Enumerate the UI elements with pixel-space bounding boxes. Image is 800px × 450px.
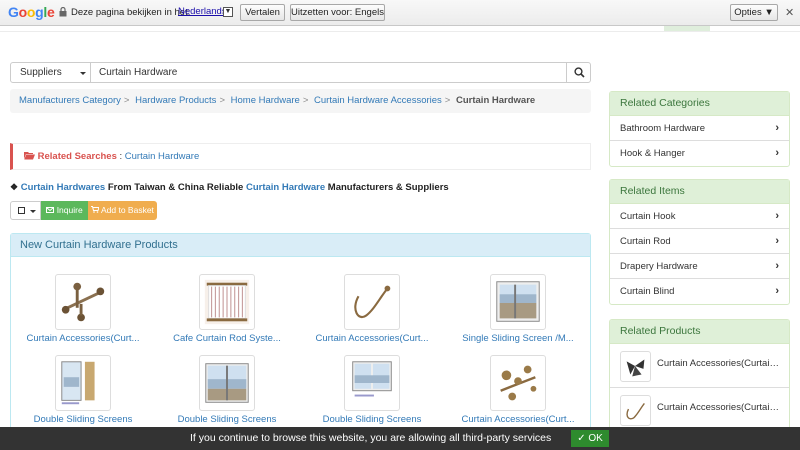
- product-image[interactable]: [55, 355, 111, 411]
- product-image[interactable]: [55, 274, 111, 330]
- related-searches-label: Related Searches: [37, 151, 117, 162]
- breadcrumb-link[interactable]: Home Hardware: [231, 95, 300, 106]
- caret-down-icon: [80, 72, 86, 75]
- language-dropdown-icon[interactable]: ▼: [223, 7, 233, 17]
- related-search-link[interactable]: Curtain Hardware: [125, 151, 199, 162]
- search-button[interactable]: [566, 62, 591, 83]
- folder-open-icon: [24, 152, 35, 160]
- cookie-ok-button[interactable]: ✓ OK: [571, 430, 609, 447]
- cart-icon: [91, 206, 100, 213]
- product-name[interactable]: Double Sliding Screens: [308, 414, 436, 425]
- new-products-panel: New Curtain Hardware Products Curtain Ac…: [10, 233, 591, 450]
- inquire-button[interactable]: Inquire: [41, 201, 88, 220]
- panel-title: Related Items: [610, 180, 789, 204]
- product-card[interactable]: Curtain Accessories(Curt...: [308, 274, 436, 344]
- translate-button[interactable]: Vertalen: [240, 4, 285, 21]
- breadcrumb-link[interactable]: Curtain Hardware Accessories: [314, 95, 442, 106]
- product-image[interactable]: [199, 274, 255, 330]
- product-card[interactable]: Double Sliding Screens: [308, 355, 436, 425]
- breadcrumb-link[interactable]: Hardware Products: [135, 95, 216, 106]
- headline-link[interactable]: Curtain Hardwares: [21, 182, 105, 193]
- related-product-name[interactable]: Curtain Accessories(Curtain Hardware): [657, 358, 781, 369]
- product-name[interactable]: Double Sliding Screens: [19, 414, 147, 425]
- search-category-value: Suppliers: [20, 67, 62, 78]
- chevron-right-icon: ›: [775, 210, 779, 222]
- related-item[interactable]: Drapery Hardware ›: [610, 254, 789, 279]
- breadcrumb-current: Curtain Hardware: [456, 95, 536, 106]
- product-card[interactable]: Single Sliding Screen /M...: [454, 274, 582, 344]
- product-card[interactable]: Curtain Accessories(Curt...: [19, 274, 147, 344]
- translate-question: Deze pagina bekijken in het:: [71, 7, 191, 18]
- headline-link[interactable]: Curtain Hardware: [246, 182, 325, 193]
- product-name[interactable]: Single Sliding Screen /M...: [454, 333, 582, 344]
- cookie-message: If you continue to browse this website, …: [190, 432, 552, 444]
- turn-off-button[interactable]: Uitzetten voor: Engels: [290, 4, 385, 21]
- select-all-checkbox[interactable]: [10, 201, 41, 220]
- chevron-right-icon: ›: [775, 122, 779, 134]
- related-items-panel: Related Items Curtain Hook › Curtain Rod ›…: [609, 179, 790, 305]
- search-input[interactable]: Curtain Hardware: [90, 62, 567, 83]
- options-button[interactable]: Opties ▼: [730, 4, 778, 21]
- chevron-right-icon: ›: [775, 235, 779, 247]
- chevron-right-icon: ›: [775, 260, 779, 272]
- search-category-select[interactable]: Suppliers: [10, 62, 91, 83]
- page-headline: ❖ Curtain Hardwares From Taiwan & China …: [10, 182, 449, 193]
- product-name[interactable]: Curtain Accessories(Curt...: [454, 414, 582, 425]
- product-card[interactable]: Cafe Curtain Rod Syste...: [163, 274, 291, 344]
- product-card[interactable]: Curtain Accessories(Curt...: [454, 355, 582, 425]
- language-link[interactable]: Nederlands: [178, 6, 227, 17]
- checkbox-icon: [18, 207, 25, 214]
- caret-down-icon: [30, 210, 36, 213]
- product-image[interactable]: [490, 355, 546, 411]
- product-name[interactable]: Cafe Curtain Rod Syste...: [163, 333, 291, 344]
- lock-icon: [59, 7, 67, 17]
- chevron-right-icon: ›: [775, 285, 779, 297]
- diamond-icon: ❖: [10, 182, 19, 192]
- product-name[interactable]: Curtain Accessories(Curt...: [19, 333, 147, 344]
- google-logo: Google: [8, 4, 55, 20]
- panel-title: New Curtain Hardware Products: [11, 234, 590, 257]
- related-product-name[interactable]: Curtain Accessories(Curtain Hardware): [657, 402, 781, 413]
- breadcrumb: Manufacturers Category > Hardware Product…: [10, 89, 591, 113]
- related-searches: Related Searches : Curtain Hardware: [10, 143, 591, 170]
- chevron-right-icon: ›: [775, 147, 779, 159]
- related-product-item[interactable]: Curtain Accessories(Curtain Hardware): [610, 344, 789, 388]
- cookie-bar: If you continue to browse this website, …: [0, 427, 800, 450]
- product-thumbnail[interactable]: [620, 351, 651, 382]
- product-thumbnail[interactable]: [620, 395, 651, 426]
- related-item[interactable]: Curtain Hook ›: [610, 204, 789, 229]
- header-divider: [0, 31, 800, 32]
- search-icon: [574, 67, 585, 78]
- translate-bar: Google Deze pagina bekijken in het: Nede…: [0, 0, 800, 26]
- envelope-icon: [46, 207, 55, 213]
- related-category-item[interactable]: Bathroom Hardware ›: [610, 116, 789, 141]
- product-card[interactable]: Double Sliding Screens: [19, 355, 147, 425]
- related-item[interactable]: Curtain Blind ›: [610, 279, 789, 304]
- related-categories-panel: Related Categories Bathroom Hardware › Ho…: [609, 91, 790, 167]
- panel-title: Related Products: [610, 320, 789, 344]
- product-name[interactable]: Curtain Accessories(Curt...: [308, 333, 436, 344]
- add-to-basket-button[interactable]: Add to Basket: [88, 201, 157, 220]
- panel-title: Related Categories: [610, 92, 789, 116]
- product-image[interactable]: [199, 355, 255, 411]
- related-product-item[interactable]: Curtain Accessories(Curtain Hardware): [610, 388, 789, 432]
- product-name[interactable]: Double Sliding Screens: [163, 414, 291, 425]
- product-card[interactable]: Double Sliding Screens: [163, 355, 291, 425]
- product-image[interactable]: [490, 274, 546, 330]
- related-category-item[interactable]: Hook & Hanger ›: [610, 141, 789, 166]
- breadcrumb-link[interactable]: Manufacturers Category: [19, 95, 121, 106]
- close-icon[interactable]: ✕: [785, 6, 794, 19]
- related-item[interactable]: Curtain Rod ›: [610, 229, 789, 254]
- product-image[interactable]: [344, 355, 400, 411]
- product-image[interactable]: [344, 274, 400, 330]
